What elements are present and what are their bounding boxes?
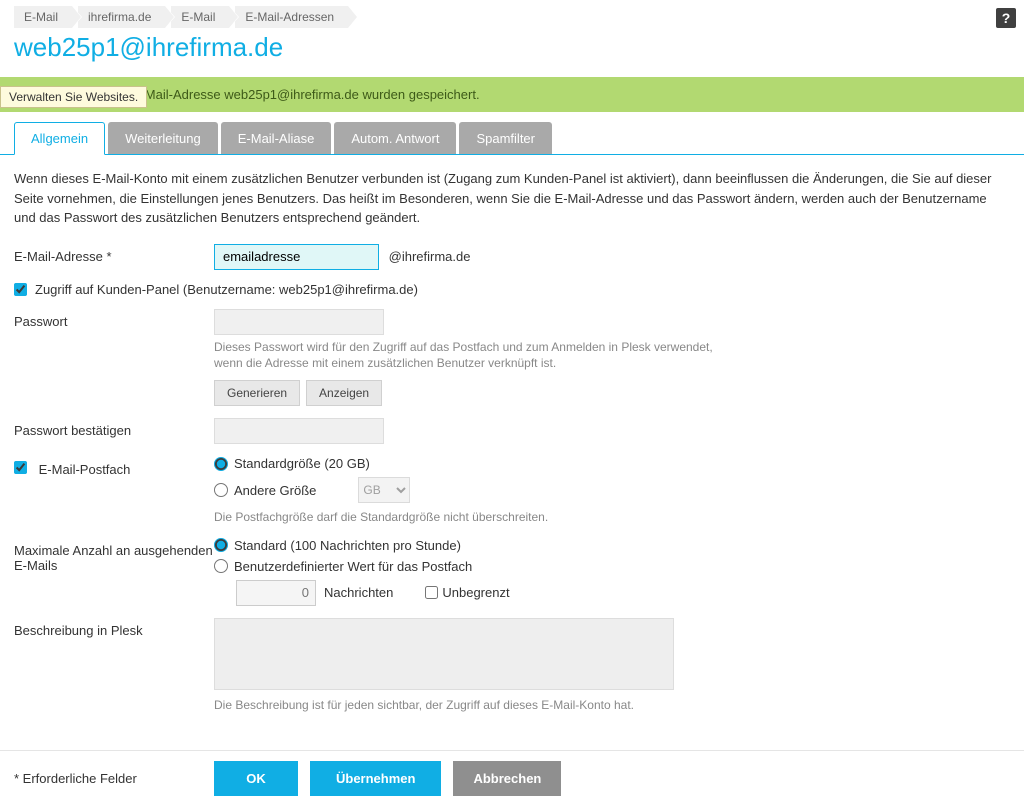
size-default-label: Standardgröße (20 GB) bbox=[234, 456, 370, 471]
help-icon[interactable]: ? bbox=[996, 8, 1016, 28]
ok-button[interactable]: OK bbox=[214, 761, 298, 796]
tab-autoreply[interactable]: Autom. Antwort bbox=[334, 122, 456, 154]
crumb-addresses[interactable]: E-Mail-Adressen bbox=[235, 6, 348, 28]
apply-button[interactable]: Übernehmen bbox=[310, 761, 441, 796]
outgoing-default-label: Standard (100 Nachrichten pro Stunde) bbox=[234, 538, 461, 553]
cp-access-checkbox[interactable] bbox=[14, 283, 27, 296]
outgoing-custom-label: Benutzerdefinierter Wert für das Postfac… bbox=[234, 559, 472, 574]
password-confirm-label: Passwort bestätigen bbox=[14, 418, 214, 438]
breadcrumb: E-Mail ihrefirma.de E-Mail E-Mail-Adress… bbox=[0, 0, 1024, 28]
divider bbox=[0, 750, 1024, 751]
outgoing-count-input[interactable] bbox=[236, 580, 316, 606]
description-hint: Die Beschreibung ist für jeden sichtbar,… bbox=[214, 697, 734, 714]
success-alert: ie Einstellungen der E-Mail-Adresse web2… bbox=[0, 77, 1024, 112]
password-confirm-input[interactable] bbox=[214, 418, 384, 444]
description-label: Beschreibung in Plesk bbox=[14, 618, 214, 638]
size-unit-select[interactable]: GB bbox=[358, 477, 410, 503]
tooltip-websites: Verwalten Sie Websites. bbox=[0, 86, 147, 108]
outgoing-custom-radio[interactable] bbox=[214, 559, 228, 573]
tab-spamfilter[interactable]: Spamfilter bbox=[459, 122, 552, 154]
description-textarea[interactable] bbox=[214, 618, 674, 690]
tab-content: Wenn dieses E-Mail-Konto mit einem zusät… bbox=[0, 155, 1024, 740]
size-other-label: Andere Größe bbox=[234, 483, 316, 498]
tab-weiterleitung[interactable]: Weiterleitung bbox=[108, 122, 218, 154]
unlimited-label: Unbegrenzt bbox=[442, 585, 509, 600]
page-title: web25p1@ihrefirma.de bbox=[0, 28, 1024, 77]
tab-aliase[interactable]: E-Mail-Aliase bbox=[221, 122, 332, 154]
password-hint: Dieses Passwort wird für den Zugriff auf… bbox=[214, 339, 734, 373]
password-label: Passwort bbox=[14, 309, 214, 329]
mailbox-label: E-Mail-Postfach bbox=[39, 462, 131, 477]
cp-access-label: Zugriff auf Kunden-Panel (Benutzername: … bbox=[35, 282, 418, 297]
mailbox-checkbox[interactable] bbox=[14, 461, 27, 474]
crumb-email[interactable]: E-Mail bbox=[14, 6, 72, 28]
show-button[interactable]: Anzeigen bbox=[306, 380, 382, 406]
unlimited-checkbox[interactable] bbox=[425, 586, 438, 599]
crumb-domain[interactable]: ihrefirma.de bbox=[78, 6, 165, 28]
required-fields-label: * Erforderliche Felder bbox=[14, 771, 214, 786]
intro-text: Wenn dieses E-Mail-Konto mit einem zusät… bbox=[14, 169, 1010, 228]
tab-allgemein[interactable]: Allgemein bbox=[14, 122, 105, 155]
crumb-email2[interactable]: E-Mail bbox=[171, 6, 229, 28]
email-label: E-Mail-Adresse * bbox=[14, 244, 214, 264]
outgoing-count-suffix: Nachrichten bbox=[324, 585, 393, 600]
email-input[interactable] bbox=[214, 244, 379, 270]
size-default-radio[interactable] bbox=[214, 457, 228, 471]
tabs: Allgemein Weiterleitung E-Mail-Aliase Au… bbox=[0, 122, 1024, 155]
outgoing-default-radio[interactable] bbox=[214, 538, 228, 552]
outgoing-label: Maximale Anzahl an ausgehenden E-Mails bbox=[14, 538, 214, 573]
email-domain-suffix: @ihrefirma.de bbox=[389, 249, 471, 264]
cancel-button[interactable]: Abbrechen bbox=[453, 761, 561, 796]
size-other-radio[interactable] bbox=[214, 483, 228, 497]
size-hint: Die Postfachgröße darf die Standardgröße… bbox=[214, 509, 734, 526]
generate-button[interactable]: Generieren bbox=[214, 380, 300, 406]
password-input[interactable] bbox=[214, 309, 384, 335]
